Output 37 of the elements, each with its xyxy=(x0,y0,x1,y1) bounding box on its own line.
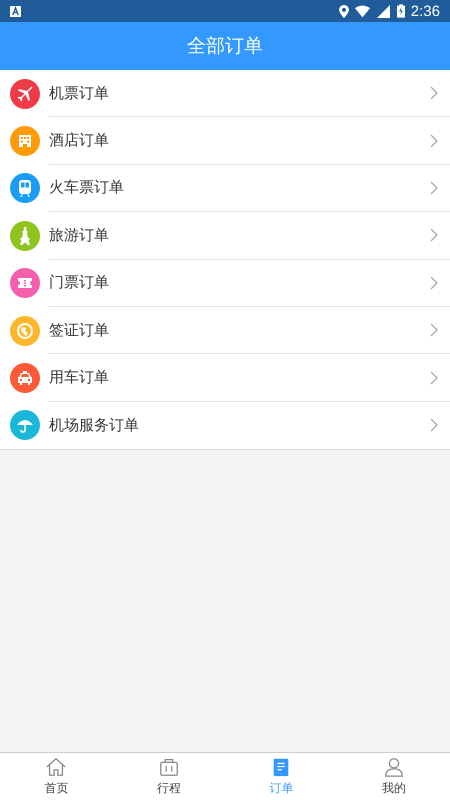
order-label: 火车票订单 xyxy=(49,178,124,198)
chevron-icon xyxy=(430,276,438,290)
signal-icon xyxy=(376,4,391,18)
person-icon xyxy=(382,756,405,778)
order-row[interactable]: 旅游订单 xyxy=(0,212,450,260)
order-row[interactable]: 火车票订单 xyxy=(0,164,450,212)
order-row[interactable]: 签证订单 xyxy=(0,306,450,354)
order-row[interactable]: 门票订单 xyxy=(0,260,450,307)
chevron-icon xyxy=(430,134,438,148)
order-row[interactable]: 机票订单 xyxy=(0,70,450,118)
suitcase-icon xyxy=(158,756,180,778)
clock: 2:36 xyxy=(410,2,440,20)
tab[interactable]: 我的 xyxy=(338,753,450,800)
tab[interactable]: 首页 xyxy=(0,753,112,800)
order-label: 签证订单 xyxy=(49,320,109,340)
chevron-icon xyxy=(430,180,438,195)
order-label: 用车订单 xyxy=(49,368,109,388)
chevron-icon xyxy=(430,323,438,338)
order-row[interactable]: 酒店订单 xyxy=(0,117,450,165)
chevron-icon xyxy=(430,370,438,385)
tab[interactable]: 行程 xyxy=(112,753,225,800)
order-label: 酒店订单 xyxy=(49,131,109,150)
order-row[interactable]: 用车订单 xyxy=(0,354,450,402)
order-label: 旅游订单 xyxy=(49,226,109,245)
chevron-icon xyxy=(430,228,438,242)
order-label: 机场服务订单 xyxy=(49,416,139,435)
order-label: 机票订单 xyxy=(49,84,109,103)
wifi-icon xyxy=(354,4,370,18)
chevron-icon xyxy=(430,418,438,432)
battery-icon xyxy=(396,4,405,18)
order-row[interactable]: 机场服务订单 xyxy=(0,402,450,450)
page-title: 全部订单 xyxy=(187,34,263,59)
chevron-icon xyxy=(430,86,438,100)
notification-icon xyxy=(10,6,21,16)
home-icon xyxy=(45,756,68,778)
order-label: 门票订单 xyxy=(49,273,109,292)
location-icon xyxy=(338,4,349,18)
